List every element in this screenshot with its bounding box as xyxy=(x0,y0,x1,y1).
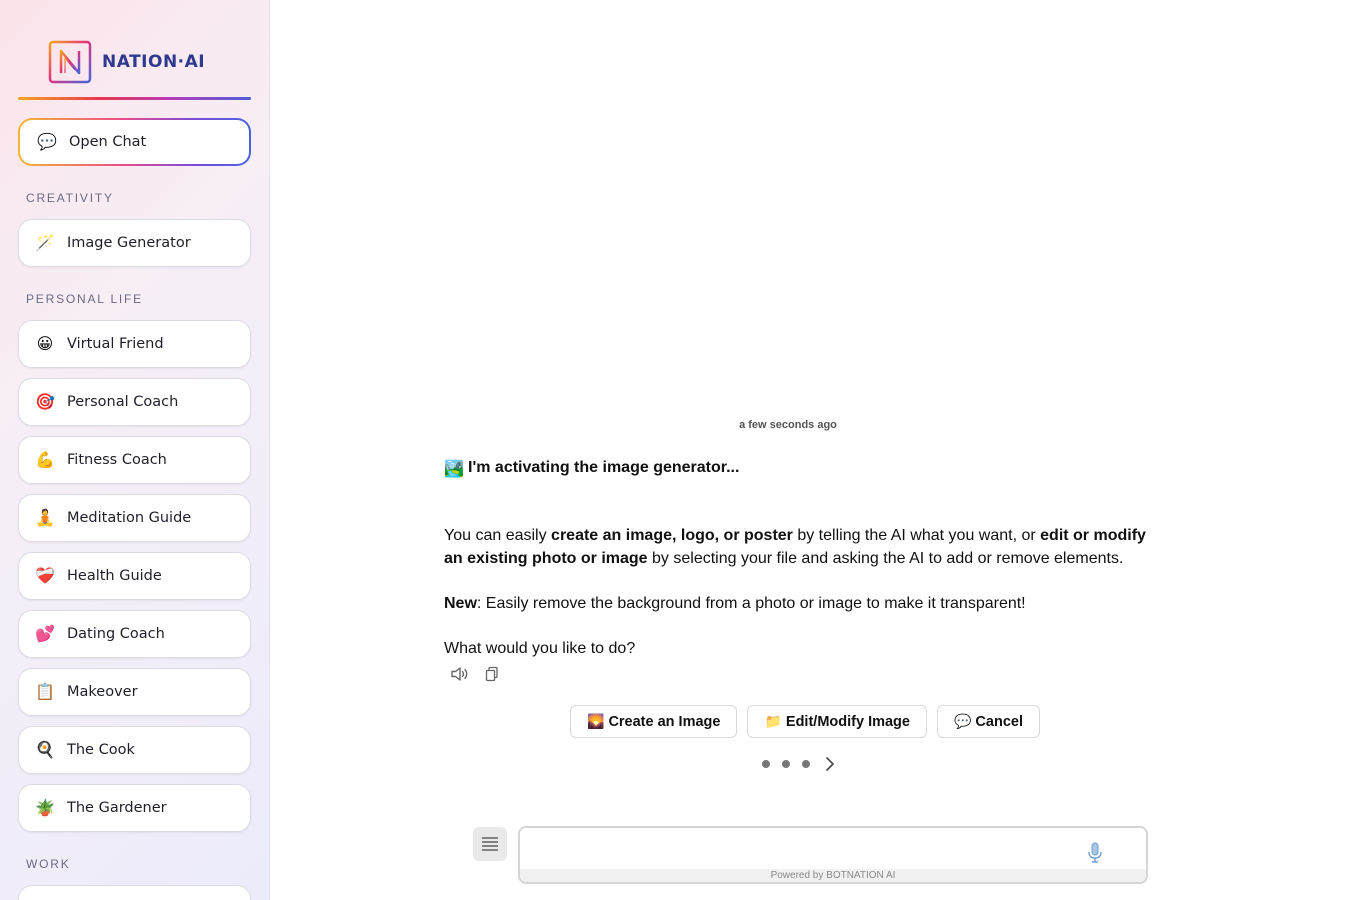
smiley-icon: 😀 xyxy=(36,336,54,353)
message-question: What would you like to do? xyxy=(444,640,636,657)
microphone-icon[interactable] xyxy=(1086,842,1104,864)
potted-plant-icon: 🪴 xyxy=(35,800,55,817)
message-timestamp: a few seconds ago xyxy=(739,419,837,431)
brand-divider xyxy=(18,97,251,100)
message-paragraph: You can easily create an image, logo, or… xyxy=(444,524,1164,570)
pager-dot[interactable] xyxy=(762,760,770,768)
nation-ai-logo-icon xyxy=(48,40,92,84)
sidebar-item-fitness-coach[interactable]: 💪 Fitness Coach xyxy=(18,436,251,484)
sidebar-item-label: The Cook xyxy=(67,742,135,758)
landscape-icon: 🏞️ xyxy=(444,460,464,478)
bandaged-heart-icon: ❤️‍🩹 xyxy=(35,568,55,585)
bot-message: 🏞️ I'm activating the image generator...… xyxy=(444,456,1164,660)
sidebar-item-meditation-guide[interactable]: 🧘 Meditation Guide xyxy=(18,494,251,542)
text-span: by telling the AI what you want, or xyxy=(792,527,1041,544)
message-heading-text: I'm activating the image generator... xyxy=(468,459,740,476)
meditation-icon: 🧘 xyxy=(35,510,55,527)
open-chat-inner[interactable]: 💬 Open Chat xyxy=(20,120,249,164)
hamburger-icon xyxy=(482,837,498,851)
chevron-right-icon[interactable] xyxy=(822,755,838,773)
sidebar-item-label: The Gardener xyxy=(67,800,167,816)
sidebar-item-work-partial[interactable] xyxy=(18,885,251,900)
sidebar-item-label: Meditation Guide xyxy=(67,510,192,526)
message-input[interactable] xyxy=(520,828,1146,869)
powered-by-label: Powered by BOTNATION AI xyxy=(770,870,896,881)
create-image-button[interactable]: 🌄 Create an Image xyxy=(570,705,738,738)
message-composer: Powered by BOTNATION AI xyxy=(518,826,1148,884)
brand-name: NATION·AI xyxy=(102,52,206,72)
sidebar-item-label: Dating Coach xyxy=(67,626,165,642)
open-chat-button[interactable]: 💬 Open Chat xyxy=(18,118,251,166)
sidebar-item-dating-coach[interactable]: 💕 Dating Coach xyxy=(18,610,251,658)
quick-reply-buttons: 🌄 Create an Image 📁 Edit/Modify Image 💬 … xyxy=(570,705,1040,738)
bold-span: New xyxy=(444,595,477,612)
button-label: Edit/Modify Image xyxy=(785,713,910,730)
carousel-pager xyxy=(762,755,838,773)
sidebar-item-label: Makeover xyxy=(67,684,138,700)
chat-area: a few seconds ago 🏞️ I'm activating the … xyxy=(270,0,1366,900)
sunrise-icon: 🌄 xyxy=(587,713,605,729)
speaker-icon[interactable] xyxy=(450,664,470,684)
section-label-personal-life: PERSONAL LIFE xyxy=(26,292,143,306)
sidebar-item-health-guide[interactable]: ❤️‍🩹 Health Guide xyxy=(18,552,251,600)
message-heading: 🏞️ I'm activating the image generator... xyxy=(444,456,1164,479)
app: NATION·AI 💬 Open Chat CREATIVITY 🪄 Image… xyxy=(0,0,1366,900)
speech-bubble-icon: 💬 xyxy=(953,713,972,729)
target-icon: 🎯 xyxy=(35,394,55,411)
folder-icon: 📁 xyxy=(764,713,782,729)
sidebar-item-label: Health Guide xyxy=(67,568,162,584)
sidebar-item-personal-coach[interactable]: 🎯 Personal Coach xyxy=(18,378,251,426)
message-body: You can easily create an image, logo, or… xyxy=(444,524,1164,660)
text-span: You can easily xyxy=(444,527,552,544)
edit-modify-image-button[interactable]: 📁 Edit/Modify Image xyxy=(747,705,927,738)
speech-bubble-icon: 💬 xyxy=(37,134,57,151)
section-label-creativity: CREATIVITY xyxy=(26,191,114,205)
copy-icon[interactable] xyxy=(482,664,502,684)
text-span: by selecting your file and asking the AI… xyxy=(647,550,1124,567)
bold-span: create an image, logo, or poster xyxy=(551,527,793,544)
text-span: : Easily remove the background from a ph… xyxy=(476,595,1026,612)
frying-pan-icon: 🍳 xyxy=(35,742,55,759)
sidebar: NATION·AI 💬 Open Chat CREATIVITY 🪄 Image… xyxy=(0,0,270,900)
sidebar-item-image-generator[interactable]: 🪄 Image Generator xyxy=(18,219,251,267)
pager-dot[interactable] xyxy=(782,760,790,768)
two-hearts-icon: 💕 xyxy=(35,626,55,643)
sidebar-item-the-cook[interactable]: 🍳 The Cook xyxy=(18,726,251,774)
message-paragraph: New: Easily remove the background from a… xyxy=(444,592,1164,615)
menu-button[interactable] xyxy=(473,827,507,861)
flexed-biceps-icon: 💪 xyxy=(35,452,55,469)
sidebar-item-label: Personal Coach xyxy=(67,394,179,410)
open-chat-label: Open Chat xyxy=(69,134,147,150)
pager-dot[interactable] xyxy=(802,760,810,768)
magic-wand-icon: 🪄 xyxy=(35,235,55,252)
message-tools xyxy=(450,664,502,684)
button-label: Create an Image xyxy=(608,713,721,730)
sidebar-item-label: Virtual Friend xyxy=(67,336,164,352)
sidebar-item-virtual-friend[interactable]: 😀 Virtual Friend xyxy=(18,320,251,368)
section-label-work: WORK xyxy=(26,857,71,871)
brand-logo[interactable]: NATION·AI xyxy=(48,40,205,84)
sidebar-item-label: Image Generator xyxy=(67,235,191,251)
sidebar-item-label: Fitness Coach xyxy=(67,452,167,468)
clipboard-icon: 📋 xyxy=(35,684,55,701)
cancel-button[interactable]: 💬 Cancel xyxy=(936,705,1040,738)
sidebar-item-the-gardener[interactable]: 🪴 The Gardener xyxy=(18,784,251,832)
button-label: Cancel xyxy=(975,713,1023,730)
sidebar-item-makeover[interactable]: 📋 Makeover xyxy=(18,668,251,716)
